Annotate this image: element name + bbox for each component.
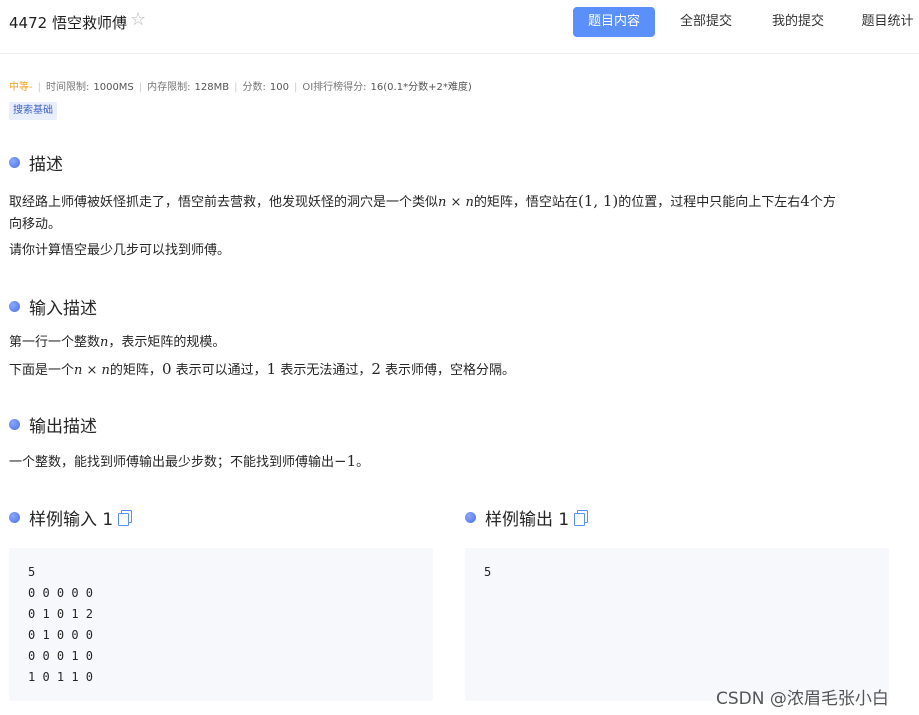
input-heading-text: 输入描述 bbox=[29, 299, 97, 319]
text: 一个整数，能找到师傅输出最少步数；不能找到师傅输出 bbox=[9, 455, 335, 470]
sample-output-box: 5 bbox=[465, 548, 889, 701]
sample-input-heading-text: 样例输入 1 bbox=[29, 510, 114, 530]
math-four: 4 bbox=[800, 192, 810, 210]
time-limit-value: 1000MS bbox=[93, 82, 134, 93]
text: 个方 bbox=[809, 195, 836, 210]
text: 表示可以通过， bbox=[175, 363, 267, 378]
text: 的矩阵， bbox=[109, 363, 162, 378]
code-line: 0 1 0 1 2 bbox=[28, 607, 94, 621]
input-line-1: 第一行一个整数n，表示矩阵的规模。 bbox=[9, 330, 225, 356]
score-value: 100 bbox=[269, 82, 289, 93]
description-line-2: 向移动。 bbox=[9, 217, 62, 232]
sample-output-heading-text: 样例输出 1 bbox=[485, 510, 570, 530]
tab-statistics[interactable]: 题目统计 bbox=[856, 7, 919, 37]
description-line-3: 请你计算悟空最少几步可以找到师傅。 bbox=[9, 243, 231, 258]
output-heading: 输出描述 bbox=[9, 412, 97, 437]
dot-icon bbox=[465, 512, 476, 523]
code-line: 5 bbox=[484, 565, 492, 579]
text: 表示师傅，空格分隔。 bbox=[385, 363, 516, 378]
dot-icon bbox=[9, 157, 20, 168]
description-line-1: 取经路上师傅被妖怪抓走了，悟空前去营救，他发现妖怪的洞穴是一个类似n × n的矩… bbox=[9, 188, 836, 216]
problem-title: 4472 悟空救师傅 bbox=[9, 14, 127, 32]
oi-score-label: OI排行榜得分: bbox=[302, 82, 367, 93]
code-line: 1 0 1 1 0 bbox=[28, 670, 94, 684]
math-minus-one: −1 bbox=[334, 452, 357, 470]
header-bar: 4472 悟空救师傅 ☆ 题目内容 全部提交 我的提交 题目统计 bbox=[0, 0, 919, 54]
tab-all-submissions[interactable]: 全部提交 bbox=[672, 7, 740, 37]
dot-icon bbox=[9, 512, 20, 523]
code-line: 0 1 0 0 0 bbox=[28, 628, 94, 642]
oi-score-value: 16(0.1*分数+2*难度) bbox=[370, 82, 472, 93]
description-heading: 描述 bbox=[9, 150, 63, 175]
copy-icon[interactable] bbox=[574, 510, 589, 526]
math-zero: 0 bbox=[161, 360, 172, 378]
math-one: 1 bbox=[266, 360, 277, 378]
math-n-by-n: n × n bbox=[438, 195, 474, 210]
code-line: 5 bbox=[28, 565, 36, 579]
tab-problem-content[interactable]: 题目内容 bbox=[573, 7, 655, 37]
tab-my-submissions[interactable]: 我的提交 bbox=[764, 7, 832, 37]
input-line-2: 下面是一个n × n的矩阵，0 表示可以通过，1 表示无法通过，2 表示师傅，空… bbox=[9, 356, 515, 384]
time-limit-label: 时间限制: bbox=[45, 82, 90, 93]
dot-icon bbox=[9, 301, 20, 312]
text: 下面是一个 bbox=[9, 363, 75, 378]
description-heading-text: 描述 bbox=[29, 155, 63, 175]
watermark: CSDN @浓眉毛张小白 bbox=[716, 689, 889, 709]
text: ，表示矩阵的规模。 bbox=[108, 335, 226, 350]
output-heading-text: 输出描述 bbox=[29, 417, 97, 437]
text: 表示无法通过， bbox=[280, 363, 372, 378]
math-coord: (1, 1) bbox=[577, 192, 619, 210]
score-label: 分数: bbox=[242, 82, 266, 93]
sample-input-box: 5 0 0 0 0 0 0 1 0 1 2 0 1 0 0 0 0 0 0 1 … bbox=[9, 548, 433, 701]
text: 的位置，过程中只能向上下左右 bbox=[618, 195, 801, 210]
text: 的矩阵，悟空站在 bbox=[473, 195, 578, 210]
math-two: 2 bbox=[371, 360, 381, 378]
math-n-by-n: n × n bbox=[74, 363, 110, 378]
code-line: 0 0 0 1 0 bbox=[28, 649, 94, 663]
text: 第一行一个整数 bbox=[9, 335, 101, 350]
tag-search-basics[interactable]: 搜索基础 bbox=[9, 102, 57, 120]
star-icon[interactable]: ☆ bbox=[130, 10, 146, 30]
memory-limit-label: 内存限制: bbox=[147, 82, 191, 93]
output-line-1: 一个整数，能找到师傅输出最少步数；不能找到师傅输出−1。 bbox=[9, 448, 369, 476]
problem-meta: 中等- | 时间限制: 1000MS | 内存限制: 128MB | 分数: 100 | OI排行榜得… bbox=[9, 82, 472, 93]
memory-limit-value: 128MB bbox=[194, 82, 230, 93]
copy-icon[interactable] bbox=[118, 510, 133, 526]
text: 。 bbox=[356, 455, 370, 470]
sample-input-heading: 样例输入 1 bbox=[9, 505, 133, 530]
dot-icon bbox=[9, 419, 20, 430]
input-heading: 输入描述 bbox=[9, 294, 97, 319]
code-line: 0 0 0 0 0 bbox=[28, 586, 94, 600]
sample-output-heading: 样例输出 1 bbox=[465, 505, 589, 530]
text: 取经路上师傅被妖怪抓走了，悟空前去营救，他发现妖怪的洞穴是一个类似 bbox=[9, 195, 439, 210]
difficulty-label: 中等- bbox=[9, 82, 33, 93]
